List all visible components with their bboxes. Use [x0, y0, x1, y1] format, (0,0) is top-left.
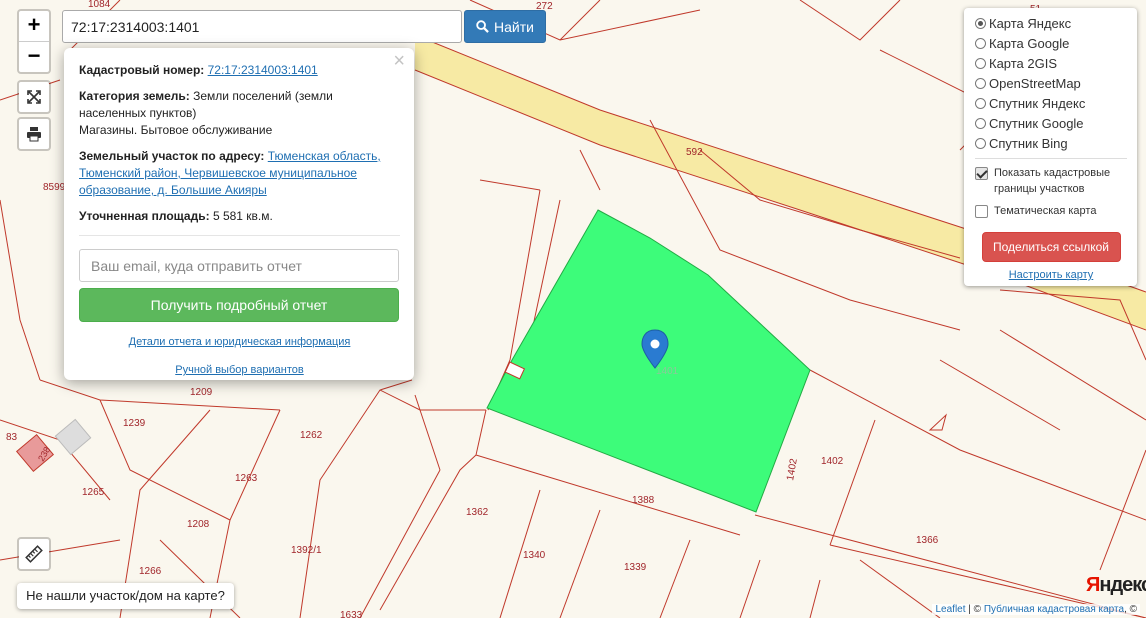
configure-map-link[interactable]: Настроить карту	[1009, 269, 1094, 281]
map-label: 1340	[523, 550, 546, 561]
address-label: Земельный участок по адресу:	[79, 149, 265, 163]
popup-close-button[interactable]: ×	[393, 51, 405, 71]
radio-icon	[975, 97, 986, 109]
map-label: 8599	[43, 182, 66, 193]
thematic-map-label: Тематическая карта	[994, 205, 1097, 217]
search-button[interactable]: Найти	[464, 10, 546, 43]
layer-option-label: Карта 2GIS	[989, 55, 1058, 71]
map-label: 1084	[88, 0, 111, 10]
not-found-button[interactable]: Не нашли участок/дом на карте?	[17, 583, 234, 609]
show-boundaries-checkbox[interactable]: Показать кадастровые границы участков	[975, 165, 1127, 197]
layer-option-label: OpenStreetMap	[989, 75, 1081, 91]
configure-map-row: Настроить карту	[975, 269, 1127, 281]
map-label: 1362	[466, 507, 489, 518]
thematic-map-checkbox[interactable]: Тематическая карта	[975, 203, 1127, 219]
share-link-button[interactable]: Поделиться ссылкой	[981, 232, 1121, 262]
yandex-logo-rest: ндекс	[1099, 574, 1146, 596]
show-boundaries-label: Показать кадастровые границы участков	[994, 167, 1111, 195]
radio-icon	[975, 117, 986, 129]
attribution-suffix: , ©	[1124, 604, 1137, 615]
layer-option-2gis-map[interactable]: Карта 2GIS	[975, 53, 1127, 73]
radio-icon	[975, 17, 986, 29]
print-icon	[27, 127, 41, 142]
details-link-row: Детали отчета и юридическая информация	[79, 334, 400, 351]
area-value: 5 581 кв.м.	[212, 209, 273, 223]
layer-option-label: Спутник Яндекс	[989, 95, 1086, 111]
attribution: Leaflet | © Публичная кадастровая карта,…	[932, 604, 1140, 615]
layer-option-label: Спутник Bing	[989, 135, 1068, 151]
map-label: 1402	[821, 456, 844, 467]
checkbox-icon	[975, 205, 988, 218]
print-button[interactable]	[17, 117, 51, 151]
manual-selection-link[interactable]: Ручной выбор вариантов	[175, 364, 303, 376]
search-icon	[476, 20, 489, 33]
map-label: 1339	[624, 562, 647, 573]
area-row: Уточненная площадь: 5 581 кв.м.	[79, 208, 400, 236]
map-label: 1266	[139, 566, 162, 577]
cadastral-number-link[interactable]: 72:17:2314003:1401	[208, 63, 318, 77]
layers-panel: Карта Яндекс Карта Google Карта 2GIS Ope…	[964, 8, 1137, 286]
layer-option-google-map[interactable]: Карта Google	[975, 33, 1127, 53]
radio-icon	[975, 57, 986, 69]
fullscreen-icon	[27, 90, 41, 104]
fullscreen-button[interactable]	[17, 80, 51, 114]
address-row: Земельный участок по адресу: Тюменская о…	[79, 148, 400, 199]
cadastral-number-label: Кадастровый номер:	[79, 63, 205, 77]
ruler-icon	[25, 545, 43, 563]
map-label: 1388	[632, 495, 655, 506]
search-button-label: Найти	[494, 18, 534, 35]
layer-option-google-satellite[interactable]: Спутник Google	[975, 113, 1127, 133]
map-label: 1633	[340, 610, 363, 618]
manual-link-row: Ручной выбор вариантов	[79, 362, 400, 379]
area-label: Уточненная площадь:	[79, 209, 210, 223]
cadastral-number-row: Кадастровый номер: 72:17:2314003:1401	[79, 62, 400, 79]
land-category-label: Категория земель:	[79, 89, 190, 103]
map-label: 1263	[235, 473, 258, 484]
zoom-out-button[interactable]: −	[19, 41, 49, 72]
layer-option-label: Спутник Google	[989, 115, 1084, 131]
radio-icon	[975, 77, 986, 89]
pkk-link[interactable]: Публичная кадастровая карта	[984, 604, 1124, 615]
map-label: 1401	[656, 366, 679, 377]
map-label: 1366	[916, 535, 939, 546]
land-category-row: Категория земель: Земли поселений (земли…	[79, 88, 400, 139]
map-label: 1209	[190, 387, 213, 398]
layer-option-bing-satellite[interactable]: Спутник Bing	[975, 133, 1127, 153]
layer-option-osm[interactable]: OpenStreetMap	[975, 73, 1127, 93]
parcel-info-popup: × Кадастровый номер: 72:17:2314003:1401 …	[64, 48, 414, 380]
radio-icon	[975, 37, 986, 49]
radio-icon	[975, 137, 986, 149]
divider	[975, 158, 1127, 159]
map-label: 83	[6, 432, 18, 443]
get-report-button[interactable]: Получить подробный отчет	[79, 288, 399, 322]
land-use-value: Магазины. Бытовое обслуживание	[79, 123, 273, 137]
layer-option-yandex-satellite[interactable]: Спутник Яндекс	[975, 93, 1127, 113]
layer-option-label: Карта Яндекс	[989, 15, 1072, 31]
email-field[interactable]	[79, 249, 399, 282]
checkbox-checked-icon	[975, 167, 988, 180]
map-label: 1392/1	[291, 545, 322, 556]
layer-option-yandex-map[interactable]: Карта Яндекс	[975, 13, 1127, 33]
zoom-control: + −	[17, 9, 51, 74]
measure-button[interactable]	[17, 537, 51, 571]
map-label: 1262	[300, 430, 323, 441]
attribution-separator: | ©	[965, 604, 984, 615]
map-label: 1239	[123, 418, 146, 429]
map-label: 1208	[187, 519, 210, 530]
yandex-logo-first: Я	[1086, 574, 1100, 596]
report-details-link[interactable]: Детали отчета и юридическая информация	[129, 336, 351, 348]
search-input[interactable]	[62, 10, 462, 43]
yandex-logo: Яндекс	[1086, 574, 1146, 597]
map-label: 592	[686, 147, 703, 158]
leaflet-link[interactable]: Leaflet	[935, 604, 965, 615]
layer-option-label: Карта Google	[989, 35, 1070, 51]
map-label: 1265	[82, 487, 105, 498]
zoom-in-button[interactable]: +	[19, 11, 49, 41]
